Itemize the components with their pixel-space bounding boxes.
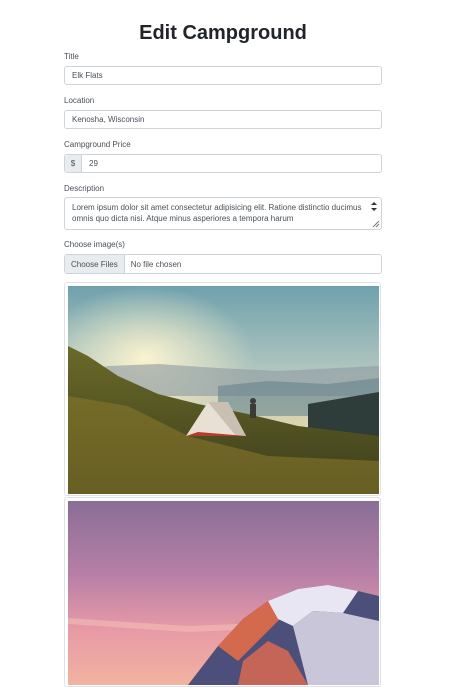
description-label: Description	[64, 184, 105, 193]
price-label: Campground Price	[64, 140, 131, 149]
file-input[interactable]: Choose Files No file chosen	[64, 254, 382, 274]
title-input-value: Elk Flats	[72, 71, 103, 80]
title-label: Title	[64, 52, 79, 61]
resize-grip-icon[interactable]	[372, 220, 380, 228]
price-input-value[interactable]: 29	[82, 159, 98, 168]
location-input[interactable]: Kenosha, Wisconsin	[64, 110, 382, 129]
campsite-tent-photo	[68, 286, 379, 494]
campground-image-1	[64, 282, 381, 496]
campground-image-2	[64, 497, 381, 687]
location-input-value: Kenosha, Wisconsin	[72, 115, 145, 124]
edit-campground-page: Edit Campground Title Elk Flats Location…	[0, 0, 461, 687]
dollar-prefix: $	[65, 155, 82, 172]
mountain-sunset-photo	[68, 501, 379, 685]
file-status-text: No file chosen	[130, 259, 182, 269]
price-input-group[interactable]: $ 29	[64, 154, 382, 173]
choose-files-button[interactable]: Choose Files	[65, 255, 125, 273]
scroll-arrows-icon[interactable]	[369, 200, 379, 213]
description-textarea[interactable]: Lorem ipsum dolor sit amet consectetur a…	[64, 197, 382, 230]
images-label: Choose image(s)	[64, 240, 125, 249]
description-text: Lorem ipsum dolor sit amet consectetur a…	[72, 203, 362, 223]
page-title: Edit Campground	[139, 22, 307, 44]
location-label: Location	[64, 96, 95, 105]
title-input[interactable]: Elk Flats	[64, 66, 382, 85]
